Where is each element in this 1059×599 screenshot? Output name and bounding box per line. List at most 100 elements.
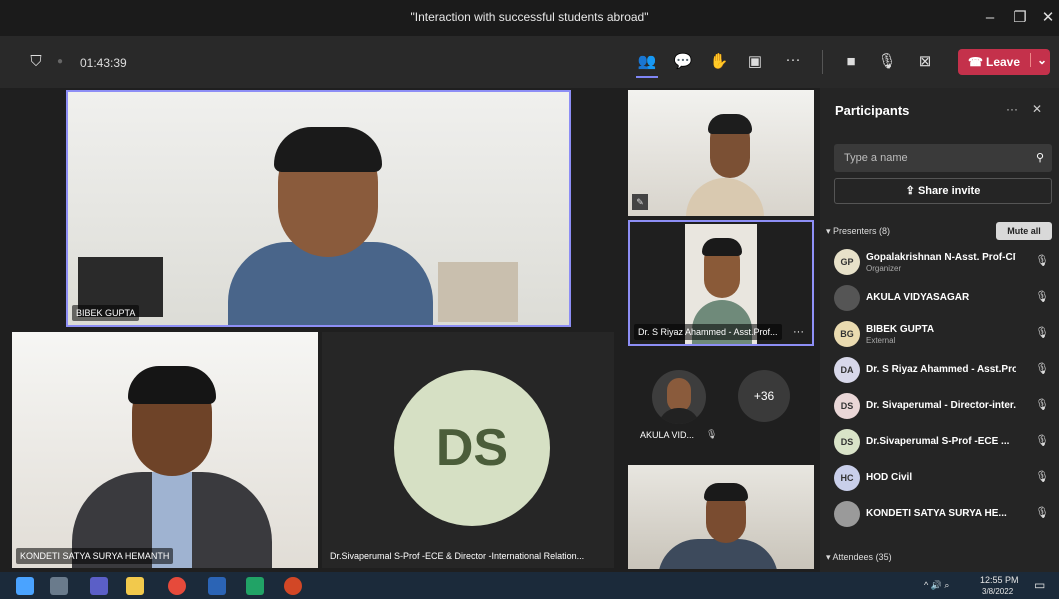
microphone-icon[interactable]: 🎙 bbox=[1035, 326, 1049, 339]
mic-muted-icon: 🎙 bbox=[706, 429, 718, 439]
participant-avatar: GP bbox=[834, 249, 860, 275]
file-explorer-icon[interactable] bbox=[126, 577, 144, 595]
leave-options-chevron-icon[interactable]: ⌄ bbox=[1030, 53, 1047, 67]
tile-name-label: Dr. S Riyaz Ahammed - Asst.Prof... bbox=[634, 324, 782, 340]
record-icon: ● bbox=[56, 56, 64, 67]
tile-name-label: Dr.Sivaperumal S-Prof -ECE & Director -I… bbox=[330, 551, 585, 561]
person-hair bbox=[274, 127, 382, 172]
tray-icons[interactable]: ^ 🔊 ⌕ bbox=[924, 580, 949, 591]
microphone-icon[interactable]: 🎙 bbox=[1035, 362, 1049, 375]
video-stage: BIBEK GUPTA ✎ Dr. S Riyaz Ahammed - Asst… bbox=[0, 88, 818, 572]
microphone-icon[interactable]: 🎙 bbox=[1035, 398, 1049, 411]
panel-title: Participants bbox=[835, 103, 910, 118]
participant-name: AKULA VIDYASAGAR bbox=[866, 292, 970, 303]
teams-meeting-window: "Interaction with successful students ab… bbox=[0, 0, 1059, 599]
share-screen-icon[interactable]: ⊠ bbox=[914, 52, 936, 72]
close-icon[interactable]: ✕ bbox=[1033, 6, 1059, 30]
participant-name: Dr. Sivaperumal - Director-inter... bbox=[866, 400, 1016, 411]
chrome-icon[interactable] bbox=[168, 577, 186, 595]
participant-avatar: HC bbox=[834, 465, 860, 491]
camera-icon[interactable]: ■ bbox=[840, 52, 862, 72]
video-tile-kondeti[interactable]: KONDETI SATYA SURYA HEMANTH bbox=[12, 332, 318, 568]
presenters-section-header[interactable]: ▾ Presenters (8) bbox=[826, 226, 890, 237]
share-invite-button[interactable]: ⇪ Share invite bbox=[834, 178, 1052, 204]
maximize-icon[interactable]: ❐ bbox=[1005, 6, 1035, 30]
minimize-icon[interactable]: – bbox=[975, 6, 1005, 30]
reactions-icon[interactable]: ✋ bbox=[708, 52, 730, 72]
search-icon: ⚲ bbox=[1035, 152, 1044, 164]
toolbar-divider bbox=[822, 50, 823, 74]
tile-name-label: BIBEK GUPTA bbox=[72, 305, 140, 321]
clock-date[interactable]: 3/8/2022 bbox=[982, 587, 1013, 596]
phone-hangup-icon: ☎ bbox=[968, 55, 983, 69]
panel-more-icon[interactable]: ··· bbox=[1006, 102, 1018, 116]
chevron-down-icon: ▾ bbox=[826, 226, 834, 236]
attendees-section-header[interactable]: ▾ Attendees (35) bbox=[826, 552, 892, 563]
participants-icon[interactable]: 👥 bbox=[636, 52, 658, 72]
avatar-akula-label: AKULA VID... bbox=[640, 430, 695, 440]
pin-icon[interactable]: ✎ bbox=[632, 194, 648, 210]
avatar-ds: DS bbox=[394, 370, 550, 526]
microphone-icon[interactable]: 🎙 bbox=[876, 52, 898, 72]
participants-panel: Participants ··· ✕ Type a name ⚲ ⇪ Share… bbox=[820, 88, 1059, 572]
participant-search-input[interactable]: Type a name ⚲ bbox=[834, 144, 1052, 172]
shelf-background bbox=[438, 262, 518, 322]
participant-row[interactable]: DS Dr.Sivaperumal S-Prof -ECE ... 🎙 bbox=[820, 426, 1059, 458]
video-tile-riyaz[interactable]: Dr. S Riyaz Ahammed - Asst.Prof... ··· bbox=[628, 220, 814, 346]
notifications-icon[interactable]: ▭ bbox=[1034, 578, 1045, 592]
leave-button[interactable]: ☎ Leave ⌄ bbox=[958, 49, 1050, 75]
start-icon[interactable] bbox=[16, 577, 34, 595]
breakout-rooms-icon[interactable]: ▣ bbox=[744, 52, 766, 72]
mute-all-button[interactable]: Mute all bbox=[996, 222, 1052, 240]
participant-row[interactable]: AKULA VIDYASAGAR 🎙 bbox=[820, 282, 1059, 314]
tile-more-icon[interactable]: ··· bbox=[793, 326, 804, 338]
video-tile-bibek[interactable]: BIBEK GUPTA bbox=[66, 90, 571, 327]
microphone-icon[interactable]: 🎙 bbox=[1035, 290, 1049, 303]
meeting-timer: 01:43:39 bbox=[80, 56, 127, 70]
powerpoint-icon[interactable] bbox=[284, 577, 302, 595]
meeting-toolbar: ⛉ ● 01:43:39 👥 💬 ✋ ▣ ··· ■ 🎙 ⊠ bbox=[0, 36, 1059, 88]
participant-name: HOD Civil bbox=[866, 472, 913, 483]
video-tile-participant-1[interactable]: ✎ bbox=[628, 90, 814, 216]
avatar-akula[interactable] bbox=[652, 370, 706, 424]
participant-name: Dr.Sivaperumal S-Prof -ECE ... bbox=[866, 436, 1010, 447]
panel-close-icon[interactable]: ✕ bbox=[1032, 102, 1042, 116]
participant-avatar: DA bbox=[834, 357, 860, 383]
participant-row[interactable]: HC HOD Civil 🎙 bbox=[820, 462, 1059, 494]
participant-avatar bbox=[834, 285, 860, 311]
participant-name: Dr. S Riyaz Ahammed - Asst.Pro... bbox=[866, 364, 1016, 375]
excel-icon[interactable] bbox=[246, 577, 264, 595]
microphone-icon[interactable]: 🎙 bbox=[1035, 434, 1049, 447]
participant-row[interactable]: GP Gopalakrishnan N-Asst. Prof-CIV Organiz… bbox=[820, 246, 1059, 278]
participant-name: KONDETI SATYA SURYA HE... bbox=[866, 508, 1007, 519]
microphone-icon[interactable]: 🎙 bbox=[1035, 254, 1049, 267]
microphone-icon[interactable]: 🎙 bbox=[1035, 470, 1049, 483]
video-tile-participant-2[interactable] bbox=[628, 465, 814, 569]
microphone-icon[interactable]: 🎙 bbox=[1035, 506, 1049, 519]
participant-row[interactable]: BG BIBEK GUPTA External 🎙 bbox=[820, 318, 1059, 350]
participant-row[interactable]: DS Dr. Sivaperumal - Director-inter... 🎙 bbox=[820, 390, 1059, 422]
more-participants-button[interactable]: +36 bbox=[738, 370, 790, 422]
participant-role: Organizer bbox=[866, 264, 902, 273]
video-tile-sivaperumal[interactable]: DS Dr.Sivaperumal S-Prof -ECE & Director… bbox=[322, 332, 614, 568]
participant-row[interactable]: KONDETI SATYA SURYA HE... 🎙 bbox=[820, 498, 1059, 530]
participant-row[interactable]: DA Dr. S Riyaz Ahammed - Asst.Pro... 🎙 bbox=[820, 354, 1059, 386]
participant-avatar bbox=[834, 501, 860, 527]
active-tab-indicator bbox=[636, 76, 658, 78]
participant-name: Gopalakrishnan N-Asst. Prof-CIV bbox=[866, 252, 1016, 263]
more-options-icon[interactable]: ··· bbox=[782, 50, 804, 70]
shield-icon: ⛉ bbox=[30, 53, 42, 70]
meeting-title: "Interaction with successful students ab… bbox=[410, 10, 649, 24]
tile-name-label: KONDETI SATYA SURYA HEMANTH bbox=[16, 548, 174, 564]
word-icon[interactable] bbox=[208, 577, 226, 595]
windows-taskbar: ^ 🔊 ⌕ 12:55 PM 3/8/2022 ▭ bbox=[0, 572, 1059, 599]
task-view-icon[interactable] bbox=[50, 577, 68, 595]
participant-avatar: DS bbox=[834, 429, 860, 455]
participant-avatar: BG bbox=[834, 321, 860, 347]
participant-avatar: DS bbox=[834, 393, 860, 419]
chat-icon[interactable]: 💬 bbox=[672, 52, 694, 72]
share-icon: ⇪ bbox=[905, 185, 915, 197]
participant-role: External bbox=[866, 336, 896, 345]
clock-time[interactable]: 12:55 PM bbox=[980, 575, 1019, 585]
teams-app-icon[interactable] bbox=[90, 577, 108, 595]
